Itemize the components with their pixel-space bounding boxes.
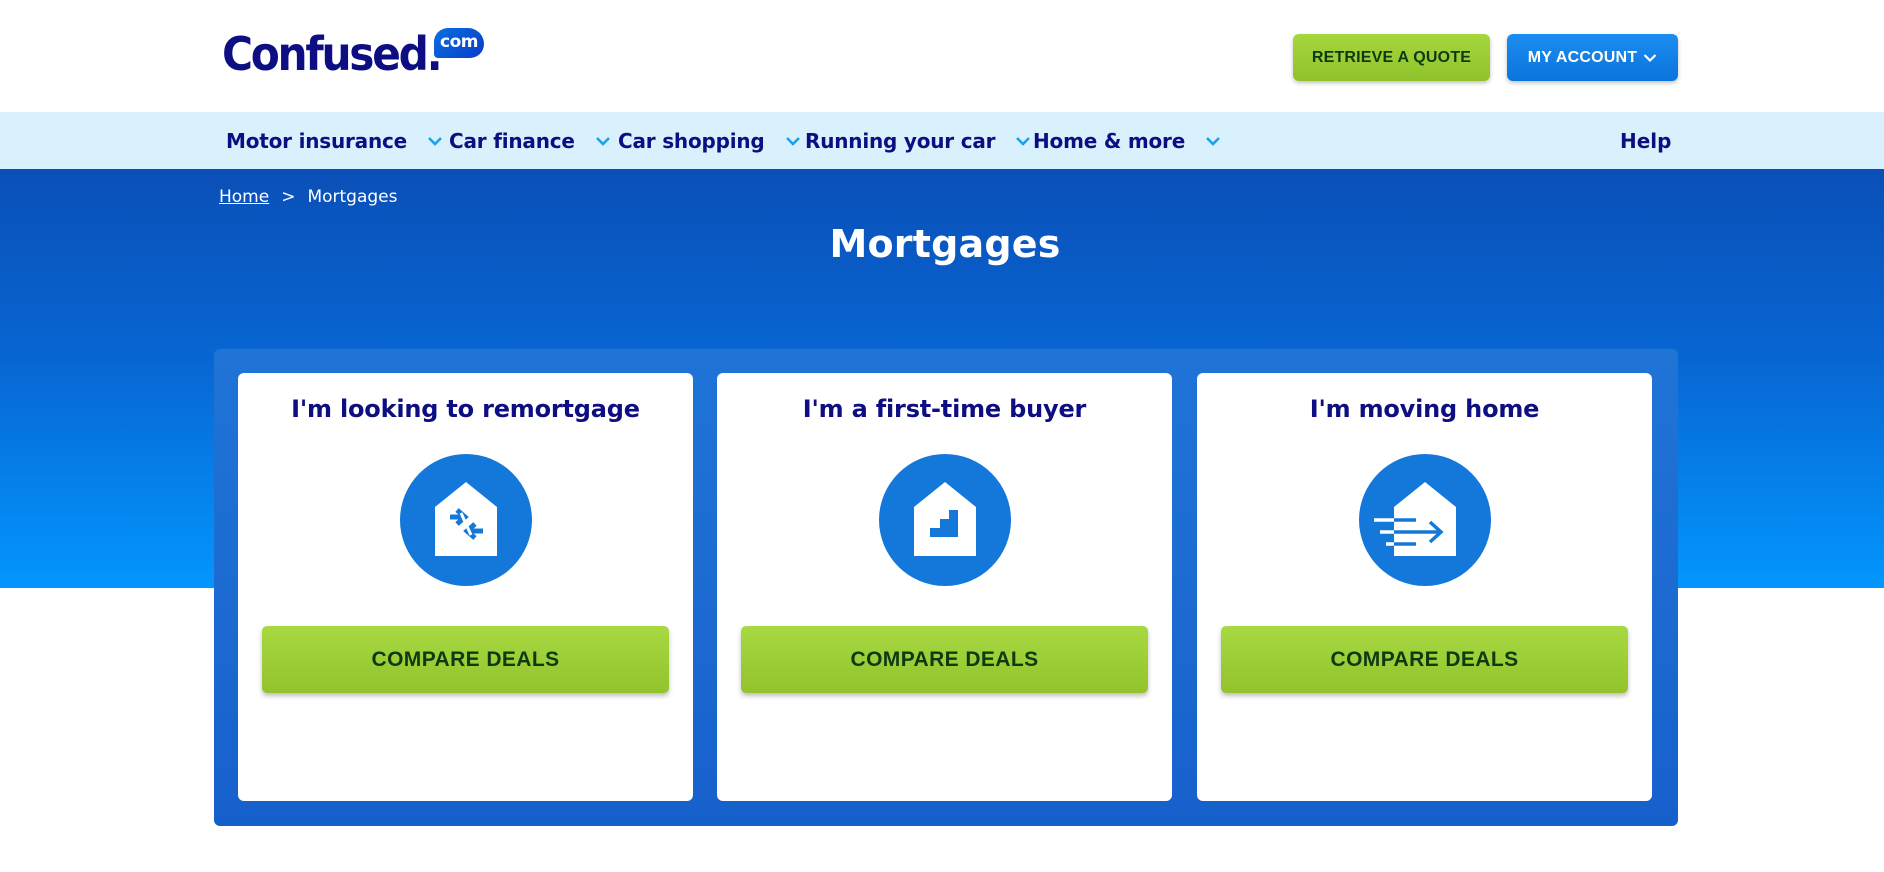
breadcrumb-current: Mortgages [307,187,398,207]
page-title: Mortgages [829,222,1061,266]
option-card-remortgage: I'm looking to remortgage COMPARE DEALS [238,373,693,801]
confused-logo[interactable]: Confused. com [222,26,484,82]
house-swap-arrows-icon [400,454,532,586]
breadcrumb-home-link[interactable]: Home [219,187,269,207]
nav-label: Car shopping [618,128,765,153]
compare-deals-button[interactable]: COMPARE DEALS [741,626,1148,693]
nav-label: Car finance [449,128,575,153]
my-account-label: MY ACCOUNT [1527,48,1638,66]
nav-help-link[interactable]: Help [1620,112,1671,169]
compare-deals-button[interactable]: COMPARE DEALS [262,626,669,693]
nav-label: Home & more [1033,128,1186,153]
my-account-button[interactable]: MY ACCOUNT [1507,34,1678,81]
nav-item-home-and-more[interactable]: Home & more [1033,112,1221,169]
logo-com-badge: com [434,28,484,58]
card-title: I'm moving home [1309,395,1540,423]
nav-item-motor-insurance[interactable]: Motor insurance [226,112,443,169]
option-card-moving-home: I'm moving home COMPARE DEALS [1197,373,1652,801]
chevron-down-icon [1206,136,1220,146]
breadcrumb-separator: > [281,187,296,207]
card-title: I'm a first-time buyer [802,395,1087,423]
nav-item-car-shopping[interactable]: Car shopping [618,112,801,169]
logo-wordmark: Confused. [222,27,443,81]
breadcrumb: Home > Mortgages [219,187,398,207]
main-nav: Motor insurance Car finance Car shopping… [0,112,1884,169]
chevron-down-icon [595,136,610,146]
card-title: I'm looking to remortgage [291,395,640,423]
chevron-down-icon [1016,136,1031,146]
compare-deals-button[interactable]: COMPARE DEALS [1221,626,1628,693]
nav-label: Running your car [805,128,996,153]
nav-label: Motor insurance [226,128,408,153]
house-moving-arrow-icon [1359,454,1491,586]
nav-item-car-finance[interactable]: Car finance [449,112,611,169]
nav-item-running-your-car[interactable]: Running your car [805,112,1031,169]
chevron-down-icon [428,136,442,146]
option-card-first-time-buyer: I'm a first-time buyer COMPARE DEALS [717,373,1172,801]
retrieve-quote-button[interactable]: RETRIEVE A QUOTE [1293,34,1490,81]
house-stairs-icon [879,454,1011,586]
chevron-down-icon [1644,53,1657,62]
site-header: Confused. com RETRIEVE A QUOTE MY ACCOUN… [0,0,1884,112]
chevron-down-icon [785,136,800,146]
